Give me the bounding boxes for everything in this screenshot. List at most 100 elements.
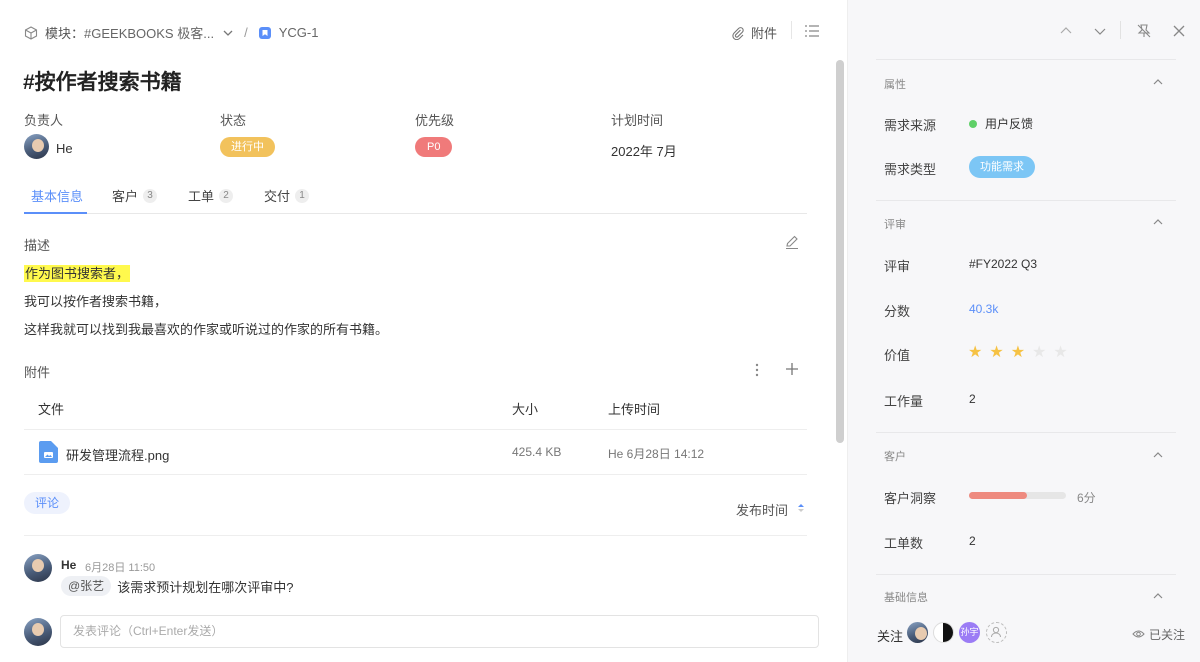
avatar[interactable] bbox=[907, 622, 928, 643]
chevron-up-icon[interactable] bbox=[1152, 216, 1164, 228]
tickets-value[interactable]: 2 bbox=[969, 534, 976, 548]
tag-icon bbox=[258, 26, 272, 40]
mention-tag[interactable]: @张艺 bbox=[61, 576, 112, 596]
breadcrumb: 模块： #GEEKBOOKS 极客... / YCG-1 bbox=[24, 23, 318, 42]
score-value[interactable]: 40.3k bbox=[969, 302, 998, 316]
description-line-1[interactable]: 作为图书搜索者， bbox=[24, 263, 131, 282]
tab-customers[interactable]: 客户 3 bbox=[112, 186, 158, 205]
image-file-icon bbox=[39, 441, 58, 466]
comment-input[interactable]: 发表评论（Ctrl+Enter发送） bbox=[60, 615, 819, 648]
divider bbox=[1120, 21, 1121, 39]
description-line-2[interactable]: 我可以按作者搜索书籍， bbox=[24, 291, 167, 310]
chevron-down-icon[interactable] bbox=[1093, 24, 1107, 41]
value-label: 价值 bbox=[884, 348, 911, 363]
list-icon[interactable] bbox=[804, 24, 820, 41]
avatar bbox=[24, 618, 52, 646]
insight-score: 6分 bbox=[1077, 491, 1096, 505]
tab-tickets[interactable]: 工单 2 bbox=[188, 186, 234, 205]
type-badge[interactable]: 功能需求 bbox=[969, 156, 1035, 178]
file-name[interactable]: 研发管理流程.png bbox=[66, 445, 169, 464]
insight-progress-bar bbox=[969, 492, 1066, 499]
source-text: 用户反馈 bbox=[985, 117, 1034, 131]
status-label: 状态 bbox=[220, 113, 247, 128]
insight-label: 客户洞察 bbox=[884, 491, 937, 506]
tab-label: 基本信息 bbox=[31, 189, 84, 204]
sort-label: 发布时间 bbox=[736, 503, 789, 518]
chevron-down-icon[interactable] bbox=[222, 27, 234, 39]
source-value[interactable]: 用户反馈 bbox=[969, 115, 1033, 132]
col-file: 文件 bbox=[38, 402, 65, 417]
avatar[interactable]: 孙宇 bbox=[959, 622, 980, 643]
more-icon[interactable] bbox=[753, 362, 761, 381]
priority-label: 优先级 bbox=[415, 113, 455, 128]
star-icon[interactable]: ★ bbox=[1011, 342, 1025, 362]
followed-label: 已关注 bbox=[1149, 628, 1186, 642]
attachments-table-header: 文件 大小 上传时间 bbox=[24, 384, 807, 430]
sort-icon bbox=[797, 502, 805, 517]
chevron-up-icon[interactable] bbox=[1059, 24, 1073, 41]
module-name[interactable]: #GEEKBOOKS 极客... bbox=[84, 23, 214, 42]
close-icon[interactable] bbox=[1172, 24, 1186, 41]
sort-button[interactable]: 发布时间 bbox=[736, 500, 805, 519]
comment-tab[interactable]: 评论 bbox=[24, 492, 71, 514]
status-badge[interactable]: 进行中 bbox=[220, 137, 275, 157]
chevron-up-icon[interactable] bbox=[1152, 590, 1164, 602]
star-icon[interactable]: ★ bbox=[1053, 342, 1067, 362]
score-label: 分数 bbox=[884, 304, 911, 319]
module-prefix: 模块： bbox=[45, 26, 85, 41]
description-label: 描述 bbox=[24, 238, 51, 253]
chevron-up-icon[interactable] bbox=[1152, 449, 1164, 461]
tab-count: 2 bbox=[219, 188, 234, 203]
cube-icon bbox=[24, 25, 38, 40]
plus-icon[interactable] bbox=[784, 361, 800, 380]
tab-count: 1 bbox=[295, 188, 310, 203]
star-icon[interactable]: ★ bbox=[968, 342, 982, 362]
comment-time: 6月28日 11:50 bbox=[85, 562, 156, 574]
section-title-review: 评审 bbox=[884, 219, 906, 231]
tab-delivery[interactable]: 交付 1 bbox=[264, 186, 310, 205]
insight-progress-fill bbox=[969, 492, 1028, 499]
type-value: 功能需求 bbox=[969, 156, 1035, 178]
tab-label: 交付 bbox=[264, 189, 291, 204]
avatar[interactable] bbox=[933, 622, 954, 643]
workload-value[interactable]: 2 bbox=[969, 392, 976, 406]
workload-label: 工作量 bbox=[884, 394, 924, 409]
section-title-attributes: 属性 bbox=[884, 79, 906, 91]
add-follower-button[interactable] bbox=[986, 622, 1007, 643]
divider bbox=[876, 200, 1176, 201]
follow-label: 关注 bbox=[877, 629, 904, 644]
attach-button[interactable]: 附件 bbox=[731, 23, 777, 42]
review-label: 评审 bbox=[884, 259, 911, 274]
user-add-icon bbox=[991, 626, 1001, 638]
type-label: 需求类型 bbox=[884, 162, 937, 177]
avatar bbox=[24, 134, 49, 159]
chevron-up-icon[interactable] bbox=[1152, 76, 1164, 88]
unpin-icon[interactable] bbox=[1136, 23, 1152, 42]
issue-id[interactable]: YCG-1 bbox=[279, 25, 319, 40]
comment-author: He bbox=[61, 558, 77, 572]
priority-value: P0 bbox=[415, 137, 453, 157]
priority-badge[interactable]: P0 bbox=[415, 137, 453, 157]
description-line-3[interactable]: 这样我就可以找到我最喜欢的作家或听说过的作家的所有书籍。 bbox=[24, 319, 388, 338]
file-size: 425.4 KB bbox=[512, 445, 562, 459]
attach-label: 附件 bbox=[751, 26, 778, 41]
followed-button[interactable]: 已关注 bbox=[1132, 626, 1185, 643]
table-row[interactable]: 研发管理流程.png 425.4 KB He 6月28日 14:12 bbox=[24, 430, 807, 475]
star-icon[interactable]: ★ bbox=[1032, 342, 1046, 362]
review-value[interactable]: #FY2022 Q3 bbox=[969, 257, 1037, 271]
breadcrumb-separator: / bbox=[244, 25, 248, 40]
tab-basic-info[interactable]: 基本信息 bbox=[31, 186, 83, 205]
star-icon[interactable]: ★ bbox=[989, 342, 1003, 362]
assignee-name[interactable]: He bbox=[56, 141, 73, 156]
col-size: 大小 bbox=[512, 402, 539, 417]
col-time: 上传时间 bbox=[608, 402, 661, 417]
divider bbox=[876, 59, 1176, 60]
star-rating[interactable]: ★ ★ ★ ★ ★ bbox=[968, 342, 1068, 362]
plan-value[interactable]: 2022年 7月 bbox=[611, 141, 677, 160]
edit-icon[interactable] bbox=[784, 234, 800, 253]
comment-body: @张艺 该需求预计规划在哪次评审中? bbox=[61, 576, 293, 596]
scrollbar[interactable] bbox=[836, 60, 844, 443]
divider bbox=[876, 574, 1176, 575]
divider bbox=[791, 21, 792, 39]
source-label: 需求来源 bbox=[884, 118, 937, 133]
